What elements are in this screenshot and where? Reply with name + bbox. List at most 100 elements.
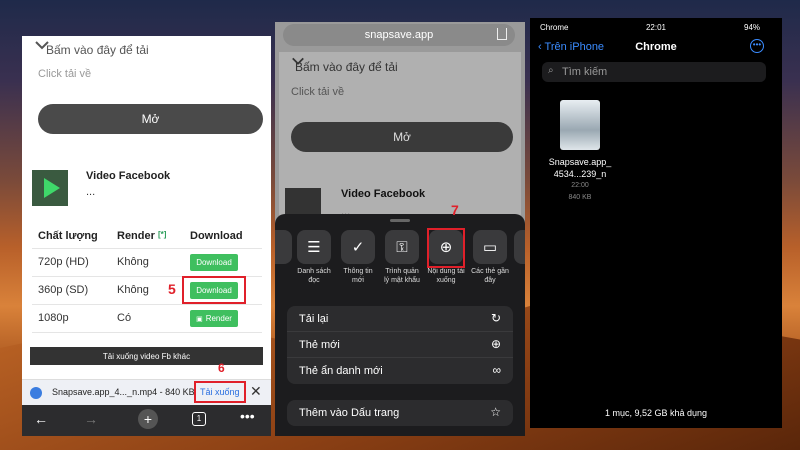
step-7-label: 7 bbox=[451, 202, 459, 218]
key-icon: ⚿ bbox=[385, 230, 419, 264]
more-dots-icon[interactable]: ••• bbox=[240, 408, 255, 424]
back-arrow-icon[interactable]: ← bbox=[34, 411, 48, 427]
menu-group: Thêm vào Dấu trang ☆ bbox=[287, 400, 513, 426]
action-label: Thông tin mới bbox=[343, 268, 373, 284]
menu-item-incognito-tab[interactable]: Thẻ ẩn danh mới ∞ bbox=[287, 358, 513, 384]
forward-arrow-icon[interactable]: → bbox=[84, 411, 98, 427]
action-password-manager[interactable]: ⚿ Trình quản lý mật khẩu bbox=[382, 230, 422, 285]
table-divider bbox=[32, 332, 262, 333]
search-placeholder: Tìm kiếm bbox=[562, 66, 608, 78]
action-recent-tabs[interactable]: ▭ Các thẻ gần đây bbox=[470, 230, 510, 285]
download-filename: Snapsave.app_4..._n.mp4 - 840 KB bbox=[52, 387, 195, 397]
action-label: Nội dung tải xuống bbox=[427, 268, 465, 284]
render-button-label: Render bbox=[205, 314, 232, 323]
browser-toolbar: ← → + 1 ••• bbox=[22, 405, 271, 436]
action-reading-list[interactable]: ☰ Danh sách đọc bbox=[294, 230, 334, 285]
column-render: Render [*] bbox=[117, 230, 166, 242]
file-size: 840 KB bbox=[568, 194, 592, 201]
storage-summary: 1 mục, 9,52 GB khả dụng bbox=[604, 408, 708, 418]
video-file-thumbnail[interactable] bbox=[560, 100, 600, 150]
download-720p-button[interactable]: Download bbox=[190, 254, 238, 271]
column-quality: Chất lượng bbox=[38, 230, 98, 242]
menu-item-label: Thẻ mới bbox=[299, 339, 340, 351]
file-name[interactable]: Snapsave.app_ 4534...239_n bbox=[530, 156, 630, 180]
action-partial-left[interactable] bbox=[275, 230, 295, 267]
render-footnote-link[interactable]: [*] bbox=[158, 230, 166, 239]
action-label: Trình quản lý mật khẩu bbox=[384, 268, 420, 284]
action-partial-right[interactable]: Th bbox=[511, 230, 525, 276]
render-icon: ▣ bbox=[196, 315, 203, 323]
download-bar: Snapsave.app_4..._n.mp4 - 840 KB Tải xuố… bbox=[22, 379, 271, 405]
incognito-icon: ∞ bbox=[492, 363, 501, 377]
column-render-label: Render bbox=[117, 230, 155, 242]
step-6-label: 6 bbox=[218, 361, 225, 375]
click-download-text: Click tải về bbox=[38, 68, 92, 80]
action-whats-new[interactable]: ✓ Thông tin mới bbox=[338, 230, 378, 285]
share-icon[interactable] bbox=[497, 28, 507, 40]
star-icon: ☆ bbox=[490, 405, 501, 419]
video-title: Video Facebook bbox=[86, 170, 171, 182]
video-thumbnail bbox=[32, 170, 68, 206]
highlight-box-step5 bbox=[182, 276, 246, 304]
other-video-button[interactable]: Tải xuống video Fb khác bbox=[30, 347, 263, 365]
close-icon[interactable]: ✕ bbox=[250, 383, 262, 400]
search-field[interactable]: ⌕ Tìm kiếm bbox=[542, 62, 766, 82]
files-app-panel: Chrome 22:01 94% Chrome ‹ Trên iPhone ••… bbox=[530, 18, 782, 428]
table-divider bbox=[32, 304, 262, 305]
column-download: Download bbox=[190, 230, 243, 242]
reload-icon: ↻ bbox=[490, 311, 501, 325]
plus-circle-icon: ⊕ bbox=[490, 337, 501, 351]
tap-to-download-text: Bấm vào đây để tải bbox=[46, 43, 149, 57]
menu-item-new-tab[interactable]: Thẻ mới ⊕ bbox=[287, 332, 513, 358]
render-cell: Có bbox=[117, 312, 132, 324]
menu-item-label: Thẻ ẩn danh mới bbox=[299, 365, 383, 377]
file-name-line-2: 4534...239_n bbox=[553, 169, 607, 179]
file-name-line-1: Snapsave.app_ bbox=[548, 157, 612, 167]
quality-cell: 1080p bbox=[38, 312, 69, 324]
menu-item-reload[interactable]: Tải lại ↻ bbox=[287, 306, 513, 332]
menu-item-label: Tải lại bbox=[299, 313, 329, 325]
file-time: 22:00 bbox=[571, 182, 589, 189]
render-1080p-button[interactable]: ▣ Render bbox=[190, 310, 238, 327]
download-icon bbox=[30, 387, 42, 399]
search-icon: ⌕ bbox=[548, 65, 554, 76]
reading-list-icon: ☰ bbox=[297, 230, 331, 264]
render-cell: Không bbox=[117, 256, 149, 268]
more-options-icon[interactable]: ••• bbox=[750, 39, 764, 53]
highlight-box-step6 bbox=[194, 381, 246, 403]
play-icon bbox=[44, 178, 60, 198]
menu-item-label: Thêm vào Dấu trang bbox=[299, 407, 400, 419]
snapsave-page-panel: Bấm vào đây để tải Click tải về Mở Video… bbox=[22, 36, 271, 436]
action-label: Các thẻ gần đây bbox=[471, 268, 509, 284]
dimmed-page: Bấm vào đây để tải Click tải về Mở Video… bbox=[279, 52, 521, 222]
back-button[interactable]: ‹ Trên iPhone bbox=[538, 41, 604, 53]
click-download-text: Click tải về bbox=[291, 86, 345, 98]
action-label: Th bbox=[511, 267, 525, 276]
step-5-label: 5 bbox=[168, 281, 176, 297]
video-subtitle: ... bbox=[86, 186, 96, 198]
chrome-menu-sheet: 7 ☰ Danh sách đọc ✓ Thông tin mới ⚿ Trình q… bbox=[275, 202, 525, 436]
quality-cell: 360p (SD) bbox=[38, 284, 89, 296]
partial-icon bbox=[514, 230, 525, 264]
video-title: Video Facebook bbox=[341, 188, 426, 200]
highlight-box-step7 bbox=[427, 228, 465, 268]
status-battery: 94% bbox=[744, 23, 761, 32]
partial-icon bbox=[275, 230, 292, 264]
open-button[interactable]: Mở bbox=[291, 122, 513, 152]
sheet-grabber[interactable] bbox=[390, 219, 410, 222]
back-label: Trên iPhone bbox=[544, 41, 605, 53]
devices-icon: ▭ bbox=[473, 230, 507, 264]
quality-cell: 720p (HD) bbox=[38, 256, 89, 268]
open-button[interactable]: Mở bbox=[38, 104, 263, 134]
new-tab-plus-icon[interactable]: + bbox=[138, 409, 158, 429]
render-cell: Không bbox=[117, 284, 149, 296]
action-label: Danh sách đọc bbox=[297, 268, 331, 284]
tab-count-icon[interactable]: 1 bbox=[192, 412, 206, 426]
table-divider bbox=[32, 248, 262, 249]
menu-item-add-bookmark[interactable]: Thêm vào Dấu trang ☆ bbox=[287, 400, 513, 426]
menu-group: Tải lại ↻ Thẻ mới ⊕ Thẻ ẩn danh mới ∞ bbox=[287, 306, 513, 384]
tap-to-download-text: Bấm vào đây để tải bbox=[295, 60, 398, 74]
address-bar[interactable]: snapsave.app bbox=[283, 24, 515, 46]
badge-icon: ✓ bbox=[341, 230, 375, 264]
share-sheet-panel: snapsave.app Bấm vào đây để tải Click tả… bbox=[275, 22, 525, 436]
